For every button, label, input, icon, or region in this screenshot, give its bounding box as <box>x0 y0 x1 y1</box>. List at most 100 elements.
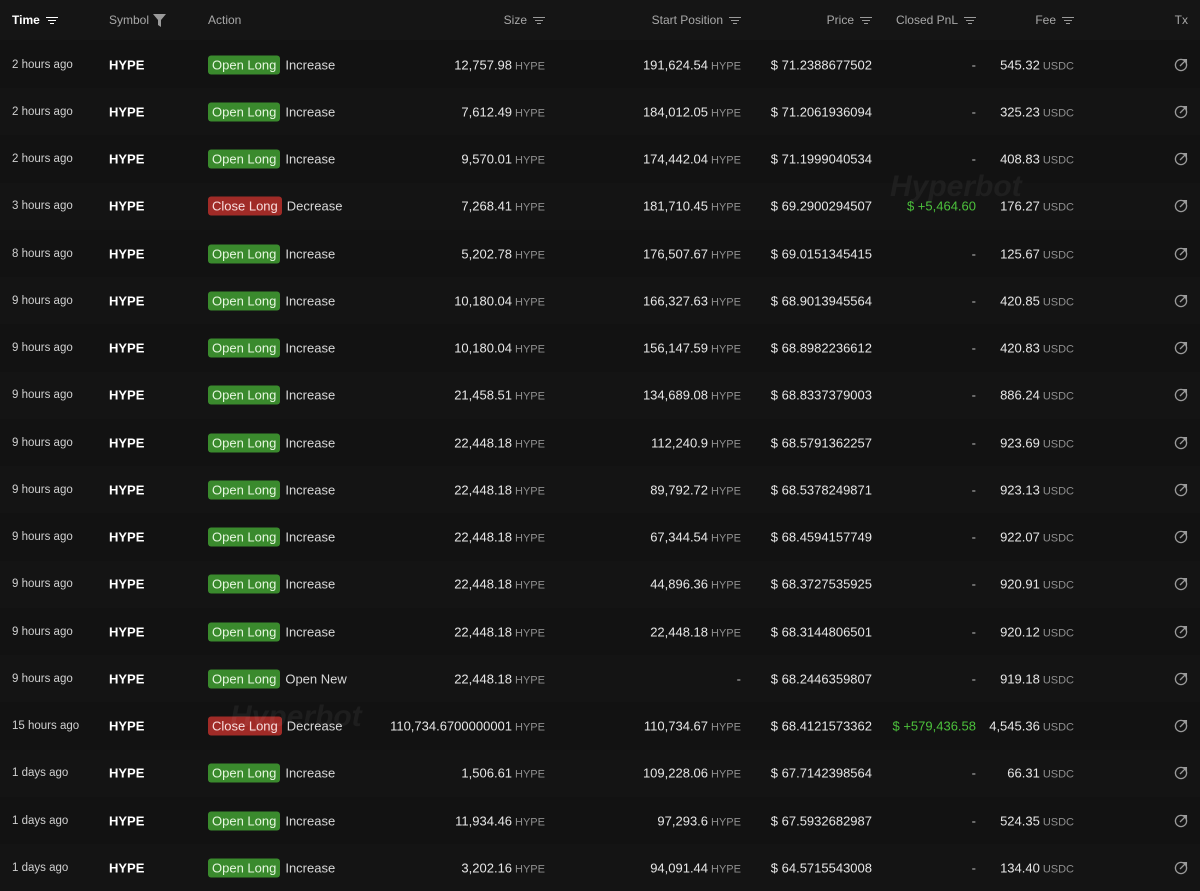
external-link-icon[interactable] <box>1174 483 1188 497</box>
sort-icon[interactable] <box>964 16 976 25</box>
size-unit: HYPE <box>515 107 545 120</box>
header-start-position[interactable]: Start Position <box>652 13 741 27</box>
header-size[interactable]: Size <box>504 13 545 27</box>
table-row[interactable]: 9 hours ago HYPE Open Long Increase 21,458.5… <box>0 371 1200 419</box>
table-row[interactable]: 1 days ago HYPE Open Long Increase 11,934.46… <box>0 797 1200 844</box>
price-cell: $ 68.8337379003 <box>770 387 872 403</box>
header-time[interactable]: Time <box>12 13 58 27</box>
price-cell: $ 71.2388677502 <box>770 57 872 72</box>
symbol-cell[interactable]: HYPE <box>109 482 144 497</box>
external-link-icon[interactable] <box>1174 530 1188 544</box>
external-link-icon[interactable] <box>1174 247 1188 261</box>
closed-pnl-cell: - <box>971 435 976 450</box>
header-fee[interactable]: Fee <box>1035 13 1074 27</box>
symbol-cell[interactable]: HYPE <box>109 530 144 545</box>
action-type: Increase <box>285 340 336 356</box>
size-unit: HYPE <box>515 343 545 356</box>
table-row[interactable]: 2 hours ago HYPE Open Long Increase 7,612.49… <box>0 88 1200 136</box>
external-link-icon[interactable] <box>1174 814 1188 828</box>
start-position-value: 156,147.59 <box>642 340 709 356</box>
start-position-value: 191,624.54 <box>642 57 709 72</box>
symbol-cell[interactable]: HYPE <box>109 766 144 781</box>
closed-pnl-cell: - <box>971 671 976 687</box>
table-row[interactable]: 9 hours ago HYPE Open Long Increase 22,448.1… <box>0 466 1200 514</box>
external-link-icon[interactable] <box>1174 388 1188 402</box>
fee-unit: USDC <box>1042 579 1074 592</box>
header-size-label: Size <box>503 13 527 27</box>
symbol-cell[interactable]: HYPE <box>109 435 144 450</box>
fee-value: 408.83 <box>1000 151 1040 167</box>
header-symbol[interactable]: Symbol <box>109 13 167 27</box>
table-row[interactable]: 9 hours ago HYPE Open Long Open New 22,448.1… <box>0 655 1200 703</box>
start-position-cell: 110,734.67 HYPE <box>644 719 741 734</box>
external-link-icon[interactable] <box>1174 341 1188 355</box>
size-cell: 22,448.18 HYPE <box>454 530 545 545</box>
sort-icon[interactable] <box>1062 16 1074 25</box>
external-link-icon[interactable] <box>1174 625 1188 639</box>
closed-pnl-cell: - <box>971 151 976 167</box>
fee-value: 524.35 <box>1000 813 1040 828</box>
table-row[interactable]: 9 hours ago HYPE Open Long Increase 22,448.1… <box>0 419 1200 466</box>
action-badge: Open Long <box>208 858 281 878</box>
symbol-cell[interactable]: HYPE <box>109 577 144 592</box>
size-value: 10,180.04 <box>454 340 513 356</box>
start-position-value: 89,792.72 <box>650 482 709 498</box>
size-cell: 10,180.04 HYPE <box>454 293 545 308</box>
header-tx-label: Tx <box>1174 13 1188 27</box>
external-link-icon[interactable] <box>1174 861 1188 875</box>
symbol-cell[interactable]: HYPE <box>109 199 144 214</box>
start-position-unit: HYPE <box>711 296 741 309</box>
external-link-icon[interactable] <box>1174 294 1188 308</box>
symbol-cell[interactable]: HYPE <box>109 152 144 167</box>
closed-pnl-cell: - <box>971 529 976 545</box>
external-link-icon[interactable] <box>1174 58 1188 72</box>
external-link-icon[interactable] <box>1174 105 1188 119</box>
table-row[interactable]: 1 days ago HYPE Open Long Increase 3,202.16 H… <box>0 844 1200 891</box>
filter-icon[interactable] <box>153 13 167 27</box>
symbol-cell[interactable]: HYPE <box>109 671 144 686</box>
symbol-cell[interactable]: HYPE <box>109 293 144 308</box>
table-row[interactable]: 9 hours ago HYPE Open Long Increase 22,448.1… <box>0 560 1200 608</box>
header-price[interactable]: Price <box>827 13 872 27</box>
symbol-cell[interactable]: HYPE <box>109 104 144 119</box>
sort-icon[interactable] <box>45 16 58 25</box>
table-row[interactable]: 2 hours ago HYPE Open Long Increase 9,570.01… <box>0 136 1200 183</box>
size-unit: HYPE <box>515 579 545 592</box>
table-row[interactable]: 9 hours ago HYPE Open Long Increase 22,448.1… <box>0 608 1200 655</box>
fee-cell: 420.85 USDC <box>1000 293 1074 308</box>
external-link-icon[interactable] <box>1174 152 1188 166</box>
table-row[interactable]: 2 hours ago HYPE Open Long Increase 12,757.9… <box>0 41 1200 88</box>
start-position-value: 67,344.54 <box>650 529 709 545</box>
external-link-icon[interactable] <box>1174 719 1188 733</box>
table-row[interactable]: 9 hours ago HYPE Open Long Increase 10,180.0… <box>0 277 1200 325</box>
symbol-cell[interactable]: HYPE <box>109 57 144 72</box>
table-row[interactable]: 9 hours ago HYPE Open Long Increase 22,448.1… <box>0 514 1200 561</box>
action-type: Open New <box>285 671 347 687</box>
header-closed-pnl[interactable]: Closed PnL <box>896 13 976 27</box>
external-link-icon[interactable] <box>1174 436 1188 450</box>
price-cell: $ 68.3727535925 <box>770 576 872 592</box>
action-cell: Open Long Increase <box>208 55 335 74</box>
table-row[interactable]: 8 hours ago HYPE Open Long Increase 5,202.78… <box>0 230 1200 277</box>
table-row[interactable]: 9 hours ago HYPE Open Long Increase 10,180.0… <box>0 325 1200 372</box>
sort-icon[interactable] <box>860 16 872 25</box>
size-value: 3,202.16 <box>461 860 513 876</box>
table-row[interactable]: 1 days ago HYPE Open Long Increase 1,506.61 H… <box>0 749 1200 797</box>
sort-icon[interactable] <box>533 16 545 25</box>
external-link-icon[interactable] <box>1174 672 1188 686</box>
symbol-cell[interactable]: HYPE <box>109 860 144 875</box>
symbol-cell[interactable]: HYPE <box>109 624 144 639</box>
sort-icon[interactable] <box>729 16 741 25</box>
symbol-cell[interactable]: HYPE <box>109 719 144 734</box>
external-link-icon[interactable] <box>1174 766 1188 780</box>
symbol-cell[interactable]: HYPE <box>109 388 144 403</box>
table-row[interactable]: 3 hours ago HYPE Close Long Decrease 7,268.4… <box>0 182 1200 230</box>
symbol-cell[interactable]: HYPE <box>109 813 144 828</box>
size-unit: HYPE <box>515 768 545 781</box>
table-row[interactable]: 15 hours ago HYPE Close Long Decrease 110,73… <box>0 703 1200 750</box>
time-cell: 1 days ago <box>12 814 69 827</box>
symbol-cell[interactable]: HYPE <box>109 341 144 356</box>
external-link-icon[interactable] <box>1174 199 1188 213</box>
external-link-icon[interactable] <box>1174 577 1188 591</box>
symbol-cell[interactable]: HYPE <box>109 246 144 261</box>
